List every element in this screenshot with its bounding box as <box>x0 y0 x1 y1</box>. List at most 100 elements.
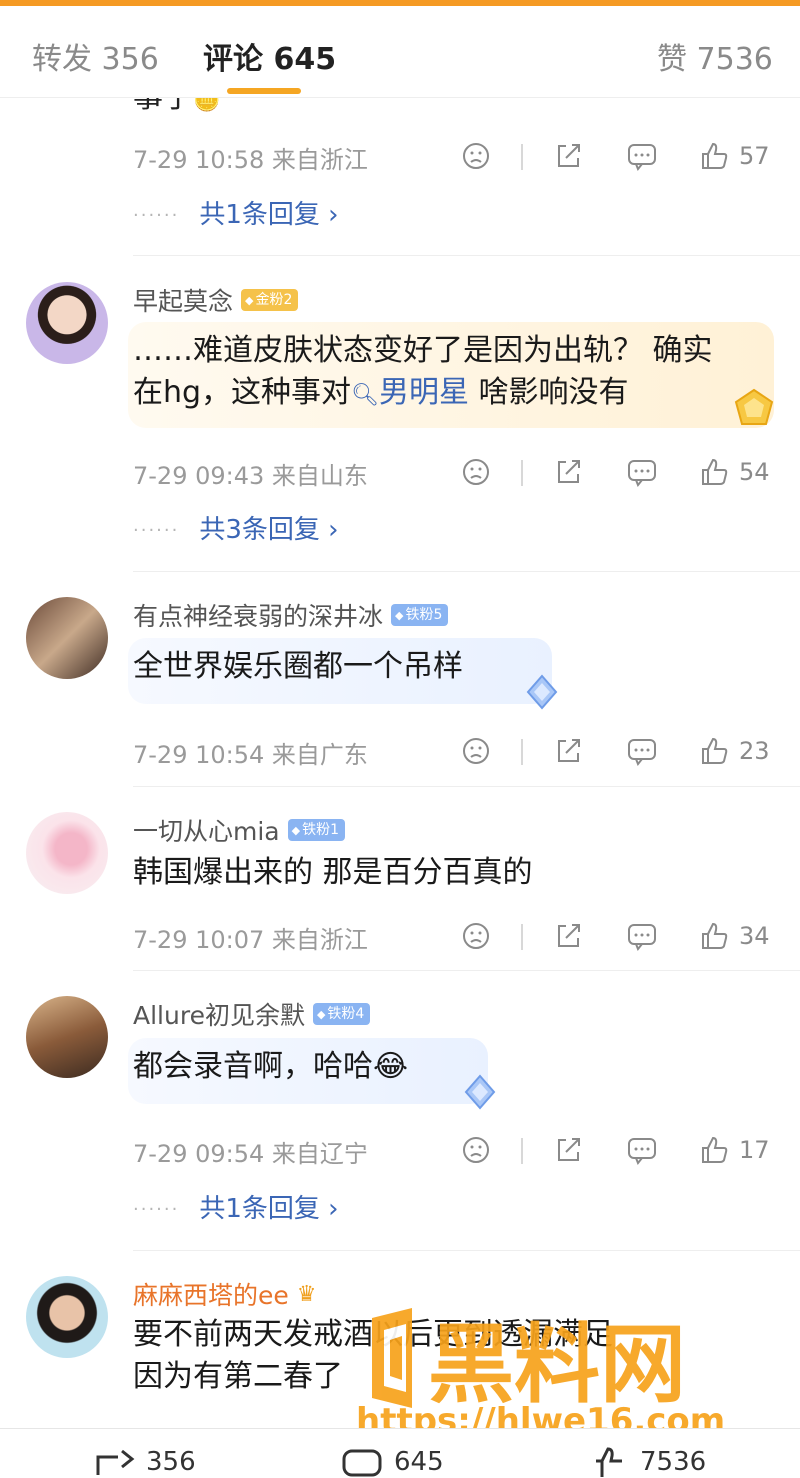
reply-dots: ······ <box>133 1199 180 1220</box>
avatar[interactable] <box>26 1276 108 1358</box>
view-replies-link[interactable]: ······ 共1条回复 › <box>133 194 339 231</box>
repost-icon <box>96 1449 135 1475</box>
comment-time: 7-29 10:54 来自广东 <box>133 741 368 769</box>
fan-badge[interactable]: 铁粉1 <box>287 819 346 841</box>
tab-comments[interactable]: 评论 645 <box>203 34 336 78</box>
comment-username[interactable]: 早起莫念 金粉2 <box>133 282 299 318</box>
divider <box>133 786 800 787</box>
username-text: 麻麻西塔的ee <box>133 1281 289 1310</box>
comment-time: 7-29 10:07 来自浙江 <box>133 926 368 954</box>
comment-icon[interactable] <box>626 731 658 771</box>
comment-username[interactable]: 有点神经衰弱的深井冰 铁粉5 <box>133 597 449 633</box>
comment-time: 7-29 09:43 来自山东 <box>133 462 368 490</box>
divider <box>133 571 800 572</box>
like-button[interactable]: 17 <box>699 1130 770 1170</box>
like-button[interactable]: 57 <box>699 136 770 176</box>
diamond-icon <box>526 674 558 710</box>
reply-dots: ······ <box>133 520 180 541</box>
fan-badge[interactable]: 铁粉5 <box>391 604 449 626</box>
share-icon[interactable] <box>553 1130 583 1170</box>
fan-badge[interactable]: 金粉2 <box>241 289 299 311</box>
username-text: 一切从心mia <box>133 817 280 846</box>
comment-icon[interactable] <box>626 452 658 492</box>
divider <box>133 970 800 971</box>
comment-icon <box>342 1449 382 1477</box>
avatar[interactable] <box>26 812 108 894</box>
avatar[interactable] <box>26 996 108 1078</box>
like-count: 57 <box>739 142 770 170</box>
replies-label: 共1条回复 <box>199 1194 320 1224</box>
like-button[interactable]: 54 <box>699 452 770 492</box>
tab-likes[interactable]: 赞 7536 <box>657 34 773 78</box>
share-icon[interactable] <box>553 916 583 956</box>
repost-button[interactable]: 356 <box>92 1447 196 1477</box>
replies-label: 共1条回复 <box>199 200 320 230</box>
share-icon[interactable] <box>553 136 583 176</box>
divider <box>521 1138 523 1164</box>
divider <box>133 1250 800 1251</box>
comment-meta: 7-29 09:54 来自辽宁 17 <box>133 1130 783 1170</box>
tab-reposts[interactable]: 转发 356 <box>32 34 159 78</box>
thumb-up-icon <box>596 1447 622 1477</box>
comment-icon[interactable] <box>626 136 658 176</box>
comment-text: ……难道皮肤状态变好了是因为出轨？ 确实 在hg，这种事对🔍︎男明星 啥影响没有 <box>133 333 713 410</box>
divider <box>521 924 523 950</box>
share-icon[interactable] <box>553 452 583 492</box>
username-text: Allure初见余默 <box>133 1001 305 1030</box>
comment-meta: 7-29 10:07 来自浙江 34 <box>133 916 783 956</box>
fan-badge[interactable]: 铁粉4 <box>312 1003 371 1025</box>
dislike-icon[interactable] <box>461 452 491 492</box>
comment-button[interactable]: 645 <box>340 1447 444 1477</box>
share-icon[interactable] <box>553 731 583 771</box>
comment-text: 韩国爆出来的 那是百分百真的 <box>133 855 533 890</box>
like-button[interactable]: 23 <box>699 731 770 771</box>
view-replies-link[interactable]: ······ 共1条回复 › <box>133 1188 339 1225</box>
topic-link[interactable]: 🔍︎男明星 <box>351 375 469 410</box>
comment-time: 7-29 10:58 来自浙江 <box>133 146 368 174</box>
divider <box>521 144 523 170</box>
like-count: 17 <box>739 1136 770 1164</box>
tab-bar: 转发 356 评论 645 赞 7536 <box>0 6 800 98</box>
comment-text: 事了🪙 <box>133 98 221 115</box>
comment-username[interactable]: 麻麻西塔的ee ♛ <box>133 1276 317 1312</box>
avatar[interactable] <box>26 597 108 679</box>
bottom-action-bar: 356 645 7536 <box>0 1428 800 1478</box>
like-button[interactable]: 7536 <box>590 1447 706 1477</box>
like-button[interactable]: 34 <box>699 916 770 956</box>
repost-count: 356 <box>146 1447 196 1477</box>
comment-username[interactable]: Allure初见余默 铁粉4 <box>133 996 371 1032</box>
divider <box>521 460 523 486</box>
comment-meta: 7-29 09:43 来自山东 54 <box>133 452 783 492</box>
comment-text: 要不前两天发戒酒以后更到透漏满足 因为有第二春了 <box>133 1317 613 1394</box>
view-replies-link[interactable]: ······ 共3条回复 › <box>133 509 339 546</box>
comment-text: 都会录音啊，哈哈😂 <box>133 1049 409 1084</box>
username-text: 早起莫念 <box>133 287 234 316</box>
comment-text: 全世界娱乐圈都一个吊样 <box>133 649 463 684</box>
reply-dots: ······ <box>133 205 180 226</box>
comment-icon[interactable] <box>626 1130 658 1170</box>
replies-label: 共3条回复 <box>199 515 320 545</box>
divider <box>133 255 800 256</box>
like-count: 34 <box>739 922 770 950</box>
diamond-icon <box>464 1074 496 1110</box>
divider <box>521 739 523 765</box>
crown-icon: ♛ <box>296 1281 317 1307</box>
dislike-icon[interactable] <box>461 136 491 176</box>
active-tab-indicator <box>227 88 301 94</box>
comment-count: 645 <box>394 1447 444 1477</box>
dislike-icon[interactable] <box>461 916 491 956</box>
comment-meta: 7-29 10:58 来自浙江 57 <box>133 136 783 176</box>
dislike-icon[interactable] <box>461 1130 491 1170</box>
comment-list[interactable]: 事了🪙 7-29 10:58 来自浙江 57 ······共1条回复 › 早起莫… <box>0 98 800 1428</box>
like-count: 23 <box>739 737 770 765</box>
comment-username[interactable]: 一切从心mia 铁粉1 <box>133 812 346 848</box>
comment-time: 7-29 09:54 来自辽宁 <box>133 1140 368 1168</box>
comment-meta: 7-29 10:54 来自广东 23 <box>133 731 783 771</box>
like-count: 54 <box>739 458 770 486</box>
comment-icon[interactable] <box>626 916 658 956</box>
dislike-icon[interactable] <box>461 731 491 771</box>
gold-medal-icon <box>734 388 774 425</box>
like-count: 7536 <box>640 1447 707 1477</box>
username-text: 有点神经衰弱的深井冰 <box>133 602 384 631</box>
avatar[interactable] <box>26 282 108 364</box>
